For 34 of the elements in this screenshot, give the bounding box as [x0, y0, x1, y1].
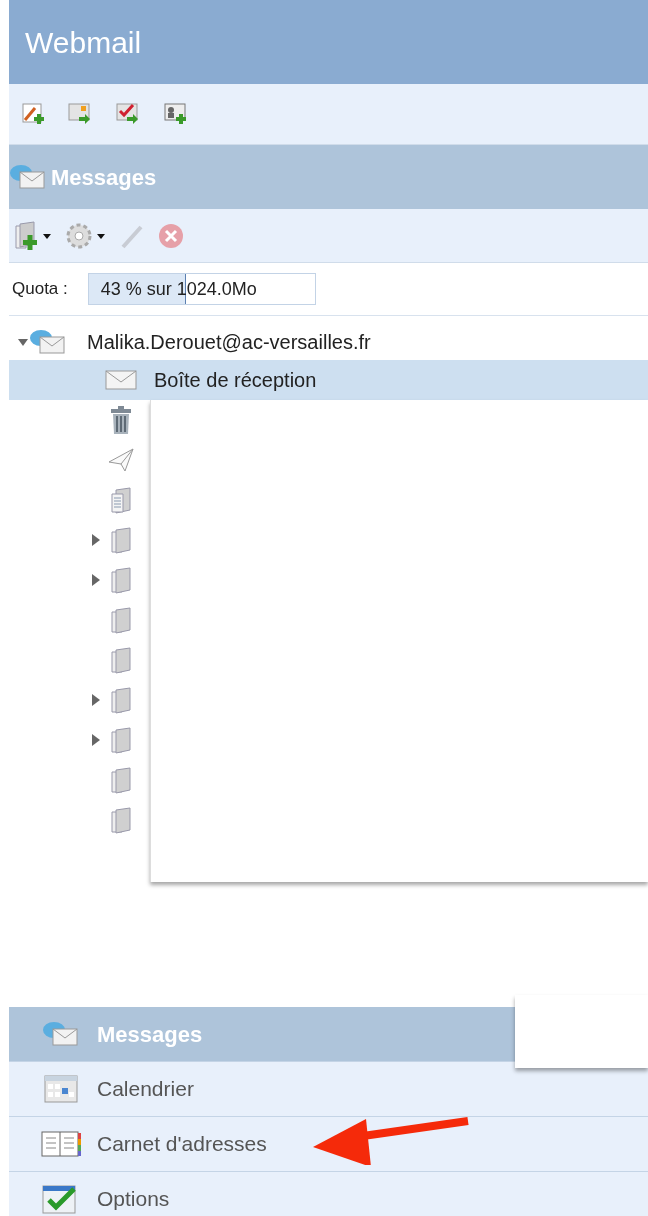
nav-item[interactable]: Calendrier — [9, 1062, 648, 1117]
nav-item[interactable]: Options — [9, 1172, 648, 1216]
add-folder-icon[interactable] — [13, 219, 53, 252]
document-folder-icon — [110, 486, 132, 514]
paper-plane-icon — [107, 447, 135, 473]
folder-icon — [110, 766, 132, 794]
folder-item[interactable]: Boîte de réception — [9, 360, 648, 400]
folder-icon — [110, 646, 132, 674]
trash-icon — [109, 405, 133, 435]
folder-icon — [110, 566, 132, 594]
calendar-icon — [43, 1074, 79, 1104]
folder-name: Boîte de réception — [154, 368, 317, 393]
address-book-icon — [40, 1129, 82, 1159]
collapsed-caret-icon[interactable] — [92, 694, 100, 706]
expand-caret-icon[interactable] — [17, 337, 29, 347]
messages-icon — [42, 1021, 80, 1047]
envelope-icon — [105, 369, 137, 391]
folder-icon — [110, 726, 132, 754]
delete-icon[interactable] — [157, 221, 185, 250]
section-title: Messages — [51, 163, 157, 192]
folder-icon — [110, 686, 132, 714]
nav-item[interactable]: Carnet d'adresses — [9, 1117, 648, 1172]
collapsed-caret-icon[interactable] — [92, 534, 100, 546]
collapsed-caret-icon[interactable] — [92, 734, 100, 746]
folder-icon — [110, 526, 132, 554]
folder-icon — [110, 606, 132, 634]
quota-label: Quota : — [12, 278, 68, 301]
collapsed-caret-icon[interactable] — [92, 574, 100, 586]
app-title: Webmail — [25, 24, 142, 61]
new-message-icon[interactable] — [21, 102, 47, 126]
folder-icon — [110, 806, 132, 834]
account-icon — [29, 329, 67, 355]
account-name[interactable]: Malika.Derouet@ac-versailles.fr — [87, 327, 371, 357]
messages-icon — [9, 164, 47, 190]
